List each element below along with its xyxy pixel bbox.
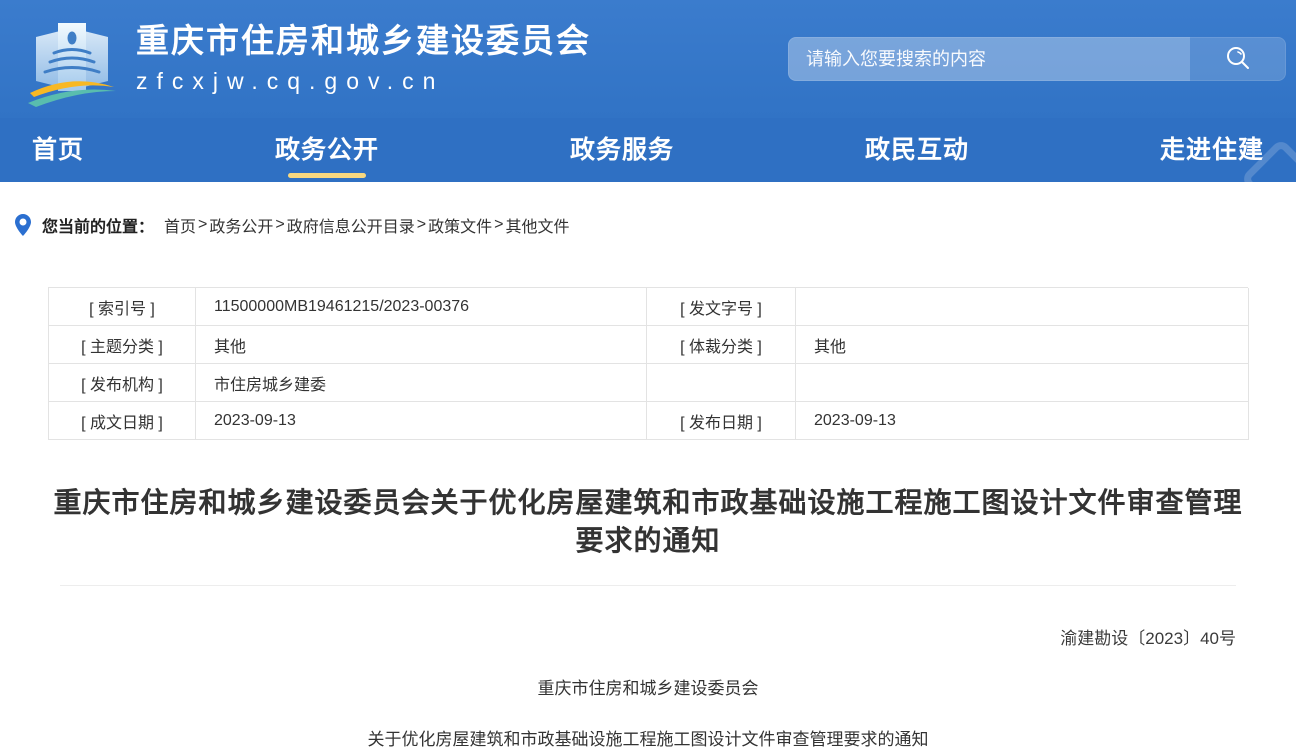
meta-value-genre-class: 其他 [796, 326, 1249, 364]
meta-value-index-no: 11500000MB19461215/2023-00376 [196, 288, 647, 326]
nav-item-label: 走进住建 [1160, 136, 1264, 164]
breadcrumb-separator: > [417, 216, 426, 234]
building-logo-icon [26, 11, 118, 107]
meta-value-publish-date: 2023-09-13 [796, 402, 1249, 440]
title-divider [60, 585, 1236, 586]
nav-item-gov-disclosure[interactable]: 政务公开 [273, 120, 381, 180]
meta-value-empty [796, 364, 1249, 402]
breadcrumb-separator: > [275, 216, 284, 234]
meta-label-issuing-org: [ 发布机构 ] [49, 364, 196, 402]
page-title: 重庆市住房和城乡建设委员会关于优化房屋建筑和市政基础设施工程施工图设计文件审查管… [40, 484, 1256, 560]
breadcrumb-item-policy-files[interactable]: 政策文件 [428, 213, 492, 237]
nav-item-label: 政务服务 [570, 136, 674, 164]
breadcrumb-item-other-files[interactable]: 其他文件 [505, 213, 569, 237]
breadcrumb-item-gov-disclosure[interactable]: 政务公开 [209, 213, 273, 237]
meta-label-written-date: [ 成文日期 ] [49, 402, 196, 440]
nav-item-label: 政务公开 [275, 136, 379, 164]
active-tab-underline [288, 173, 366, 178]
breadcrumb-item-home[interactable]: 首页 [164, 213, 196, 237]
article-subject-line: 关于优化房屋建筑和市政基础设施工程施工图设计文件审查管理要求的通知 [0, 725, 1296, 749]
meta-label-empty [647, 364, 796, 402]
breadcrumb-separator: > [494, 216, 503, 234]
breadcrumb-item-info-catalog[interactable]: 政府信息公开目录 [287, 213, 415, 237]
location-pin-icon [14, 213, 32, 237]
site-title: 重庆市住房和城乡建设委员会 [136, 21, 591, 61]
search-icon [1223, 44, 1253, 74]
search-input[interactable] [788, 37, 1190, 81]
search-button[interactable] [1190, 37, 1286, 81]
nav-item-public-interaction[interactable]: 政民互动 [863, 120, 971, 180]
meta-value-written-date: 2023-09-13 [196, 402, 647, 440]
meta-label-topic-class: [ 主题分类 ] [49, 326, 196, 364]
meta-value-doc-symbol [796, 288, 1249, 326]
meta-label-genre-class: [ 体裁分类 ] [647, 326, 796, 364]
document-meta-table: [ 索引号 ] 11500000MB19461215/2023-00376 [ … [48, 287, 1248, 440]
search-bar [788, 37, 1286, 81]
breadcrumb-label: 您当前的位置： [42, 213, 154, 237]
site-header: 重庆市住房和城乡建设委员会 zfcxjw.cq.gov.cn [0, 0, 1296, 118]
meta-value-topic-class: 其他 [196, 326, 647, 364]
nav-item-label: 政民互动 [865, 136, 969, 164]
site-url: zfcxjw.cq.gov.cn [136, 65, 591, 97]
breadcrumb: 您当前的位置： 首页 > 政务公开 > 政府信息公开目录 > 政策文件 > 其他… [14, 213, 1296, 237]
main-nav: 首页 政务公开 政务服务 政民互动 走进住建 [0, 118, 1296, 182]
meta-value-issuing-org: 市住房城乡建委 [196, 364, 647, 402]
meta-label-index-no: [ 索引号 ] [49, 288, 196, 326]
document-number: 渝建勘设〔2023〕40号 [0, 624, 1236, 649]
meta-label-publish-date: [ 发布日期 ] [647, 402, 796, 440]
nav-item-gov-services[interactable]: 政务服务 [568, 120, 676, 180]
nav-item-label: 首页 [32, 136, 84, 164]
breadcrumb-separator: > [198, 216, 207, 234]
nav-item-home[interactable]: 首页 [30, 120, 86, 180]
article-org-line: 重庆市住房和城乡建设委员会 [0, 674, 1296, 699]
brand-block: 重庆市住房和城乡建设委员会 zfcxjw.cq.gov.cn [136, 21, 591, 97]
meta-label-doc-symbol: [ 发文字号 ] [647, 288, 796, 326]
site-logo[interactable] [26, 11, 118, 107]
